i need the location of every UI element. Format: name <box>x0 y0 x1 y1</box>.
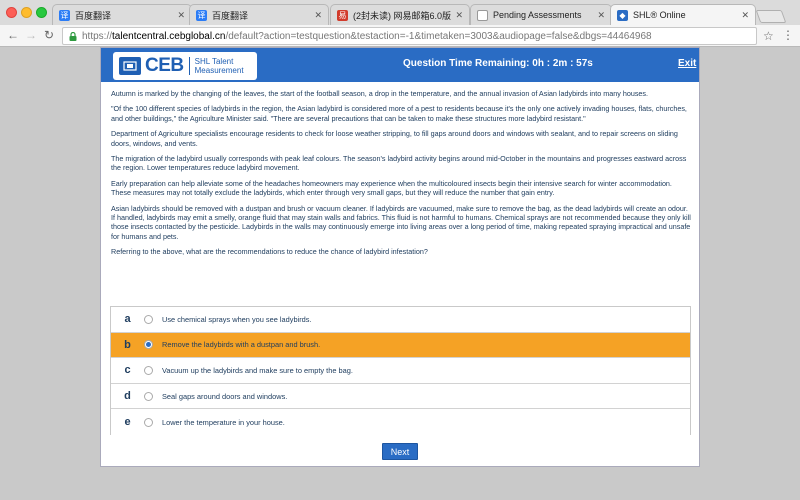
logo-shl-text: SHL Talent Measurement <box>195 57 244 75</box>
answer-option-c[interactable]: c Vacuum up the ladybirds and make sure … <box>111 358 690 384</box>
option-letter: b <box>124 338 131 351</box>
option-text: Vacuum up the ladybirds and make sure to… <box>162 365 353 375</box>
passage-paragraph: Autumn is marked by the changing of the … <box>111 89 648 98</box>
answer-option-a[interactable]: a Use chemical sprays when you see ladyb… <box>111 307 690 333</box>
reading-passage: Autumn is marked by the changing of the … <box>111 89 691 263</box>
logo-divider <box>188 57 190 75</box>
answer-option-d[interactable]: d Seal gaps around doors and windows. <box>111 383 690 410</box>
tab-label: 百度翻译 <box>212 10 249 21</box>
tab-label: (2封未读) 网易邮箱6.0版 <box>353 10 452 21</box>
shl-icon: ◆ <box>617 9 628 21</box>
new-tab-button[interactable] <box>755 10 787 23</box>
tab-label: Pending Assessments <box>493 10 582 20</box>
bookmark-star-icon[interactable]: ☆ <box>763 29 774 43</box>
forward-arrow-icon[interactable]: → <box>24 28 38 42</box>
browser-toolbar: ← → ↻ https:// talentcentral.cebglobal.c… <box>0 25 800 47</box>
option-text: Lower the temperature in your house. <box>162 417 285 427</box>
assessment-header: CEB SHL Talent Measurement Question Time… <box>101 48 699 82</box>
logo-shl-line1: SHL Talent <box>194 57 234 66</box>
close-icon[interactable]: ✕ <box>741 10 749 21</box>
url-host: talentcentral.cebglobal.cn <box>112 30 226 42</box>
url-scheme: https:// <box>82 30 113 42</box>
answer-option-e[interactable]: e Lower the temperature in your house. <box>111 409 690 435</box>
browser-tab-5[interactable]: ◆ SHL® Online ✕ <box>610 4 756 25</box>
browser-tab-strip: 译 百度翻译 ✕ 译 百度翻译 ✕ 易 (2封未读) 网易邮箱6.0版 ✕ Pe… <box>0 0 800 25</box>
back-arrow-icon[interactable]: ← <box>6 28 20 42</box>
passage-paragraph: Early preparation can help alleviate som… <box>111 178 672 198</box>
option-letter: e <box>124 416 131 429</box>
option-letter: a <box>124 313 131 326</box>
radio-button[interactable] <box>144 340 153 350</box>
assessment-frame: CEB SHL Talent Measurement Question Time… <box>100 47 700 467</box>
radio-button[interactable] <box>144 365 153 375</box>
baidu-translate-icon: 译 <box>59 9 70 21</box>
netease-mail-icon: 易 <box>337 9 348 21</box>
exit-link[interactable]: Exit <box>678 58 696 69</box>
close-icon[interactable]: ✕ <box>455 10 463 21</box>
url-path: /default?action=testquestion&testaction=… <box>225 30 652 42</box>
address-bar[interactable]: https:// talentcentral.cebglobal.cn /def… <box>62 27 757 45</box>
browser-tab-4[interactable]: Pending Assessments ✕ <box>470 4 612 25</box>
tab-label: 百度翻译 <box>75 10 112 21</box>
radio-button[interactable] <box>144 391 153 401</box>
passage-paragraph: Asian ladybirds should be removed with a… <box>111 203 691 241</box>
minimize-window-button[interactable] <box>21 7 32 18</box>
tab-label: SHL® Online <box>633 10 686 20</box>
radio-selected-dot <box>146 342 151 348</box>
logo-shl-line2: Measurement <box>194 66 244 75</box>
radio-button[interactable] <box>144 417 153 427</box>
browser-menu-icon[interactable]: ⋮ <box>782 28 794 42</box>
ceb-shl-logo: CEB SHL Talent Measurement <box>113 52 257 80</box>
reload-icon[interactable]: ↻ <box>42 28 56 42</box>
ceb-logo-icon <box>119 57 141 75</box>
question-timer: Question Time Remaining: 0h : 2m : 57s <box>403 58 593 69</box>
close-icon[interactable]: ✕ <box>177 10 185 21</box>
option-text: Use chemical sprays when you see ladybir… <box>162 314 312 324</box>
answer-options: a Use chemical sprays when you see ladyb… <box>110 306 691 435</box>
passage-paragraph: The migration of the ladybird usually co… <box>111 154 687 173</box>
radio-button[interactable] <box>144 314 153 324</box>
browser-tab-1[interactable]: 译 百度翻译 ✕ <box>52 4 192 25</box>
option-letter: d <box>124 390 131 403</box>
close-window-button[interactable] <box>6 7 17 18</box>
option-letter: c <box>124 364 131 377</box>
passage-paragraph: Department of Agriculture specialists en… <box>111 129 678 148</box>
next-button[interactable]: Next <box>382 443 418 460</box>
option-text: Seal gaps around doors and windows. <box>162 391 288 401</box>
close-icon[interactable]: ✕ <box>314 10 322 21</box>
document-icon <box>477 9 488 21</box>
close-icon[interactable]: ✕ <box>597 10 605 21</box>
page-background: CEB SHL Talent Measurement Question Time… <box>0 47 800 500</box>
passage-paragraph: "Of the 100 different species of ladybir… <box>111 104 687 123</box>
answer-option-b[interactable]: b Remove the ladybirds with a dustpan an… <box>111 332 690 359</box>
maximize-window-button[interactable] <box>36 7 47 18</box>
question-text: Referring to the above, what are the rec… <box>111 247 428 257</box>
lock-icon <box>69 31 77 41</box>
baidu-translate-icon: 译 <box>196 9 207 21</box>
browser-tab-2[interactable]: 译 百度翻译 ✕ <box>189 4 329 25</box>
logo-ceb-text: CEB <box>145 55 184 76</box>
option-text: Remove the ladybirds with a dustpan and … <box>162 340 321 350</box>
browser-tab-3[interactable]: 易 (2封未读) 网易邮箱6.0版 ✕ <box>330 4 470 25</box>
